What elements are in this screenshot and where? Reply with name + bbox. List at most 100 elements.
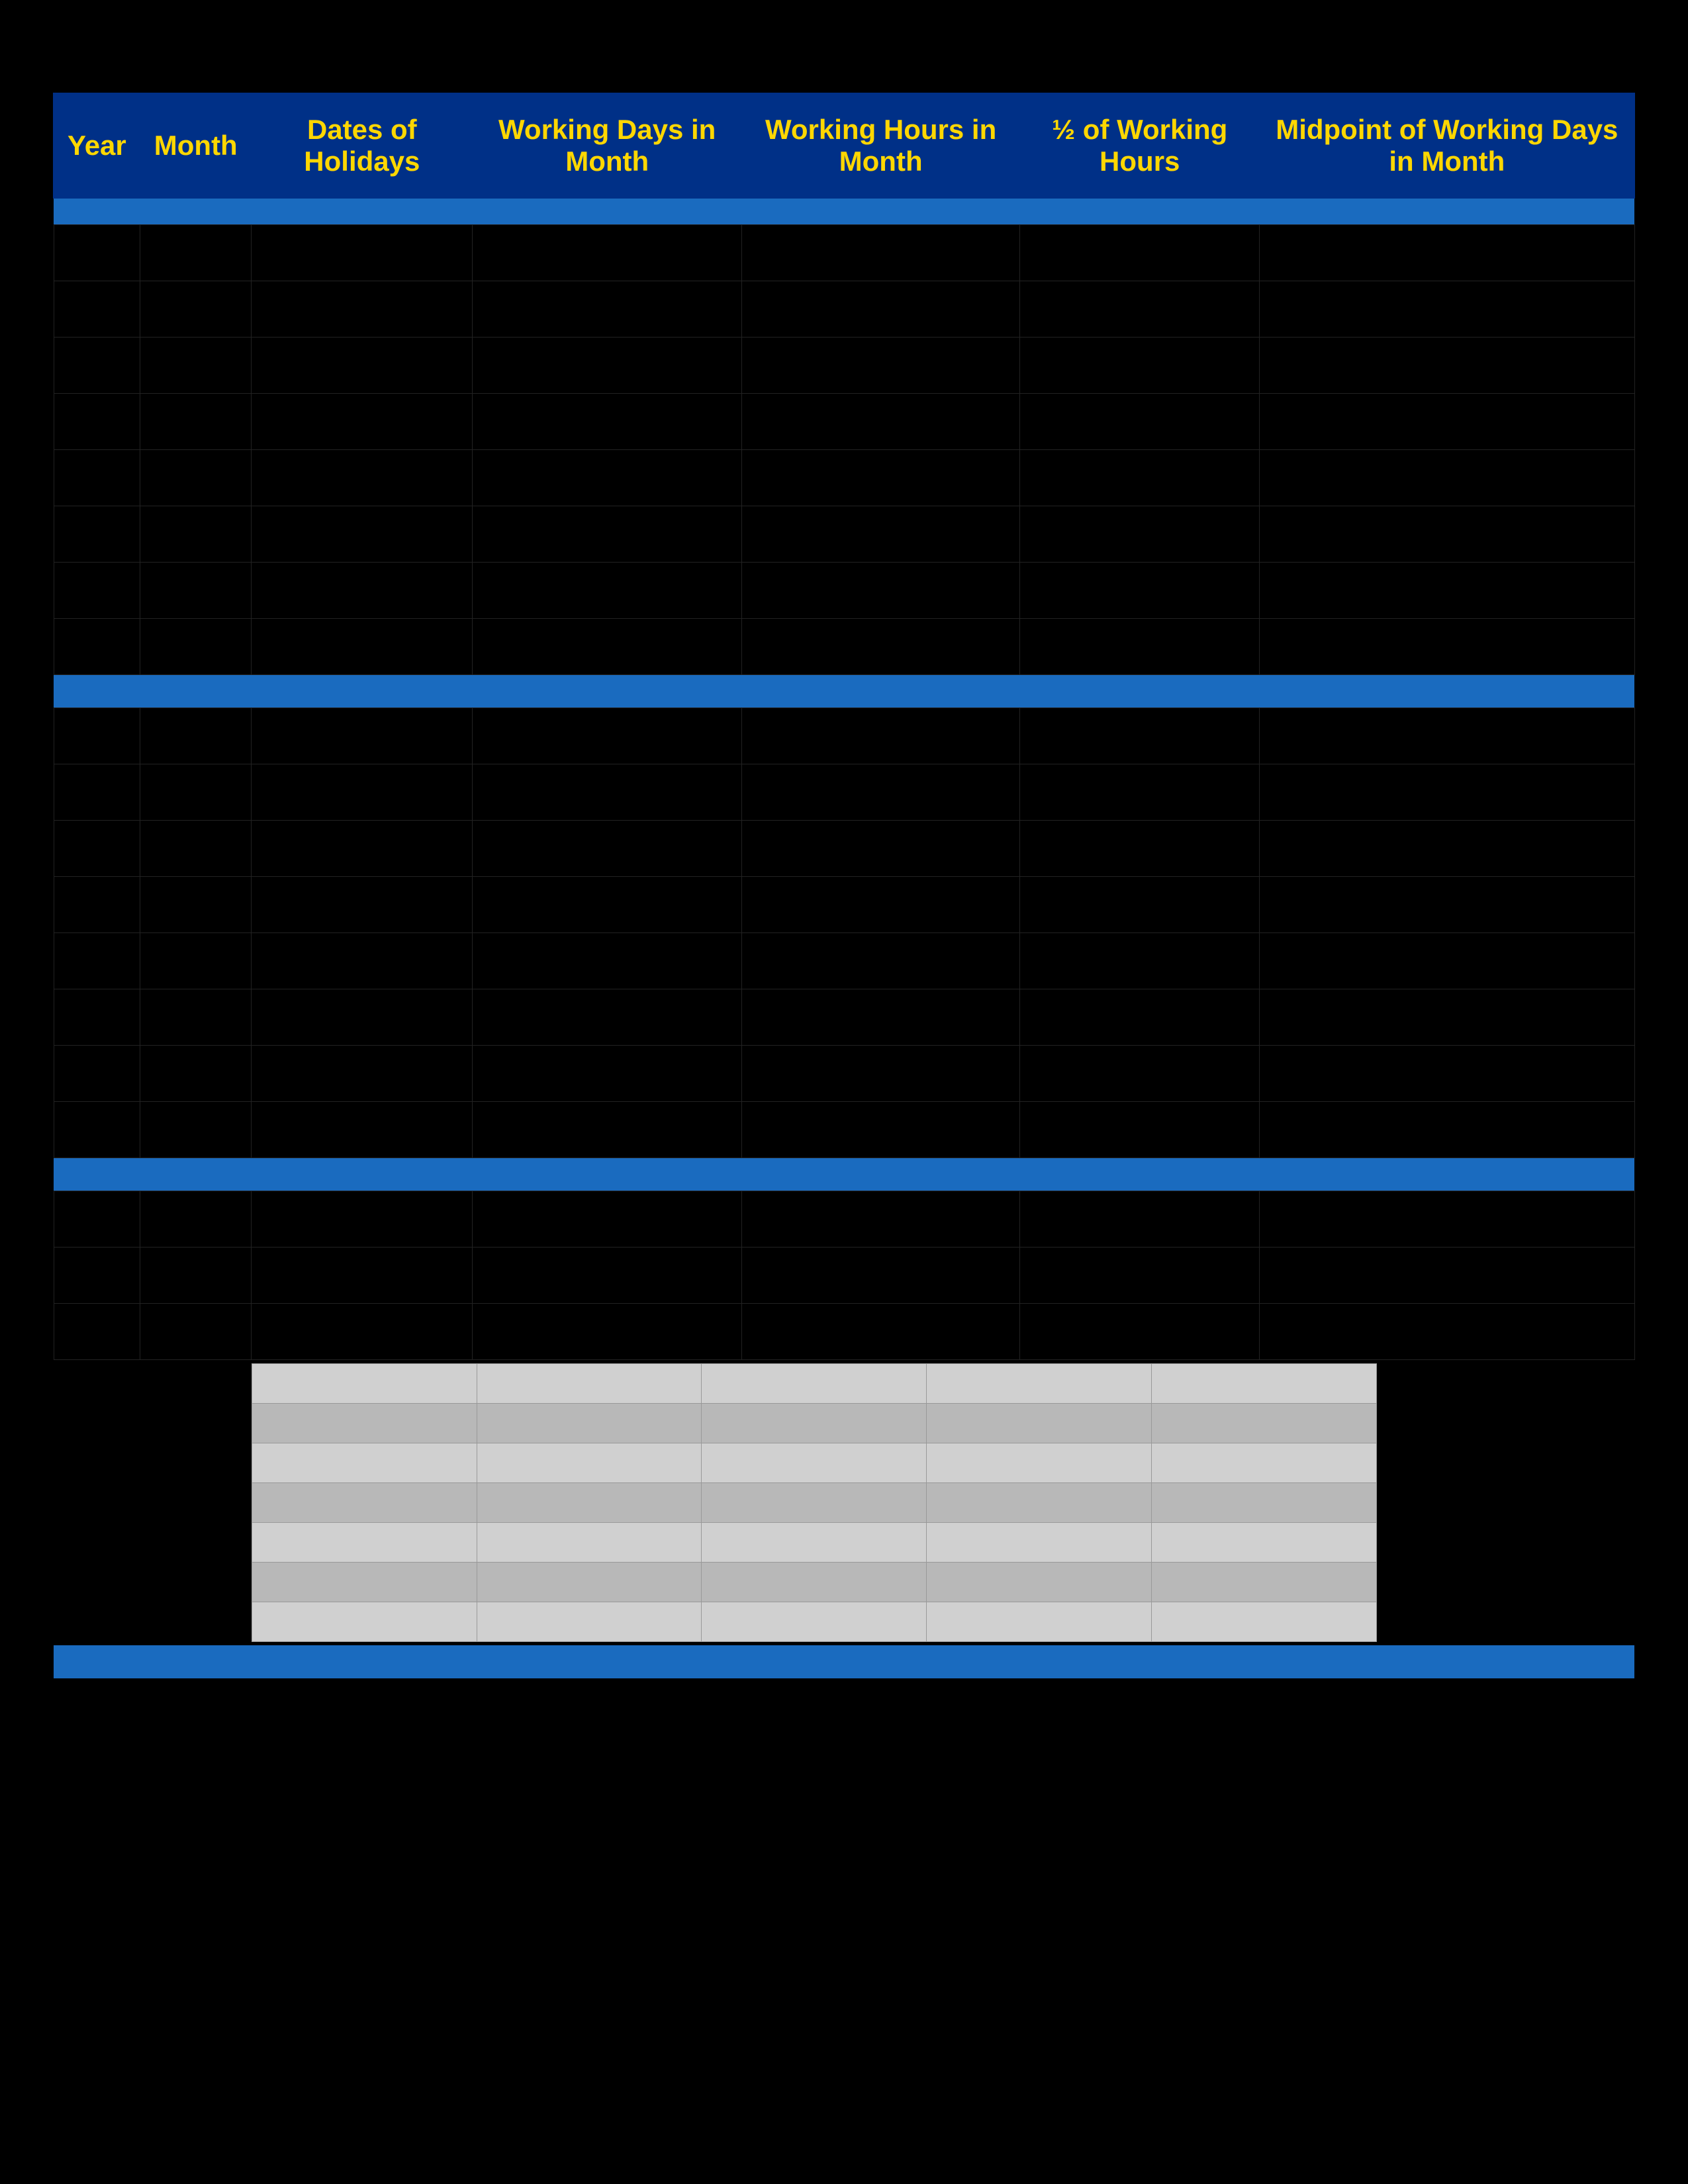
- sub-cell: [1151, 1562, 1376, 1602]
- sub-table: [252, 1363, 1377, 1642]
- sub-cell: [252, 1403, 477, 1443]
- sub-cell: [1151, 1602, 1376, 1641]
- sub-cell: [702, 1482, 927, 1522]
- table-row: [54, 562, 1634, 618]
- header-working-days: Working Days in Month: [473, 93, 742, 198]
- cell-year: [54, 506, 140, 562]
- table-row: [54, 393, 1634, 449]
- sub-table-row: [252, 1602, 1376, 1641]
- sub-cell: [702, 1403, 927, 1443]
- cell-year: [54, 1101, 140, 1158]
- cell-half-hours: [1020, 1191, 1260, 1247]
- cell-year: [54, 1303, 140, 1359]
- sub-cell: [477, 1562, 702, 1602]
- sub-table-row: [54, 1359, 1634, 1645]
- cell-half-hours: [1020, 820, 1260, 876]
- cell-dates: [252, 1191, 473, 1247]
- table-row: [54, 1101, 1634, 1158]
- table-row: [54, 224, 1634, 281]
- cell-month: [140, 1247, 252, 1303]
- cell-midpoint: [1260, 1303, 1634, 1359]
- cell-working-days: [473, 1247, 742, 1303]
- sub-cell: [702, 1522, 927, 1562]
- cell-working-hours: [741, 1247, 1019, 1303]
- sub-cell: [1151, 1522, 1376, 1562]
- cell-working-days: [473, 1191, 742, 1247]
- cell-dates: [252, 764, 473, 820]
- cell-dates: [252, 1101, 473, 1158]
- cell-midpoint: [1260, 618, 1634, 674]
- cell-half-hours: [1020, 1303, 1260, 1359]
- header-working-hours: Working Hours in Month: [741, 93, 1019, 198]
- cell-month: [140, 337, 252, 393]
- section-bar-2: [54, 674, 1634, 707]
- cell-midpoint: [1260, 337, 1634, 393]
- sub-cell: [252, 1443, 477, 1482]
- header-midpoint: Midpoint of Working Days in Month: [1260, 93, 1634, 198]
- sub-cell: [1151, 1403, 1376, 1443]
- sub-cell: [477, 1482, 702, 1522]
- cell-midpoint: [1260, 989, 1634, 1045]
- cell-month: [140, 224, 252, 281]
- cell-month: [140, 820, 252, 876]
- cell-year: [54, 707, 140, 764]
- sub-cell: [477, 1363, 702, 1403]
- cell-dates: [252, 224, 473, 281]
- sub-cell: [927, 1443, 1152, 1482]
- cell-midpoint: [1260, 1045, 1634, 1101]
- sub-table-row: [252, 1522, 1376, 1562]
- cell-working-days: [473, 820, 742, 876]
- cell-working-hours: [741, 449, 1019, 506]
- sub-table-row: [252, 1562, 1376, 1602]
- cell-half-hours: [1020, 933, 1260, 989]
- cell-year: [54, 562, 140, 618]
- cell-half-hours: [1020, 1101, 1260, 1158]
- cell-dates: [252, 562, 473, 618]
- cell-working-hours: [741, 337, 1019, 393]
- cell-midpoint: [1260, 393, 1634, 449]
- page-container: Year Month Dates of Holidays Working Day…: [0, 0, 1688, 2184]
- cell-midpoint: [1260, 1247, 1634, 1303]
- sub-cell: [477, 1403, 702, 1443]
- cell-year: [54, 1191, 140, 1247]
- cell-dates: [252, 933, 473, 989]
- cell-working-days: [473, 337, 742, 393]
- sub-table-row: [252, 1403, 1376, 1443]
- table-row: [54, 820, 1634, 876]
- sub-cell: [477, 1522, 702, 1562]
- cell-working-hours: [741, 562, 1019, 618]
- cell-dates: [252, 1247, 473, 1303]
- cell-working-days: [473, 449, 742, 506]
- cell-midpoint: [1260, 281, 1634, 337]
- cell-month: [140, 989, 252, 1045]
- cell-working-hours: [741, 506, 1019, 562]
- table-row: [54, 1247, 1634, 1303]
- sub-cell: [252, 1602, 477, 1641]
- cell-half-hours: [1020, 876, 1260, 933]
- sub-cell: [477, 1443, 702, 1482]
- cell-month: [140, 449, 252, 506]
- cell-working-days: [473, 1303, 742, 1359]
- sub-cell: [252, 1522, 477, 1562]
- cell-half-hours: [1020, 449, 1260, 506]
- cell-midpoint: [1260, 933, 1634, 989]
- cell-month: [140, 562, 252, 618]
- cell-working-days: [473, 1101, 742, 1158]
- cell-dates: [252, 876, 473, 933]
- table-row: [54, 506, 1634, 562]
- cell-half-hours: [1020, 707, 1260, 764]
- table-row: [54, 1045, 1634, 1101]
- cell-year: [54, 820, 140, 876]
- cell-month: [140, 1045, 252, 1101]
- cell-working-days: [473, 618, 742, 674]
- cell-working-hours: [741, 393, 1019, 449]
- cell-working-hours: [741, 876, 1019, 933]
- cell-midpoint: [1260, 1191, 1634, 1247]
- cell-month: [140, 281, 252, 337]
- cell-working-hours: [741, 618, 1019, 674]
- table-header-row: Year Month Dates of Holidays Working Day…: [54, 93, 1634, 198]
- table-row: [54, 989, 1634, 1045]
- cell-midpoint: [1260, 764, 1634, 820]
- cell-year: [54, 989, 140, 1045]
- cell-working-days: [473, 989, 742, 1045]
